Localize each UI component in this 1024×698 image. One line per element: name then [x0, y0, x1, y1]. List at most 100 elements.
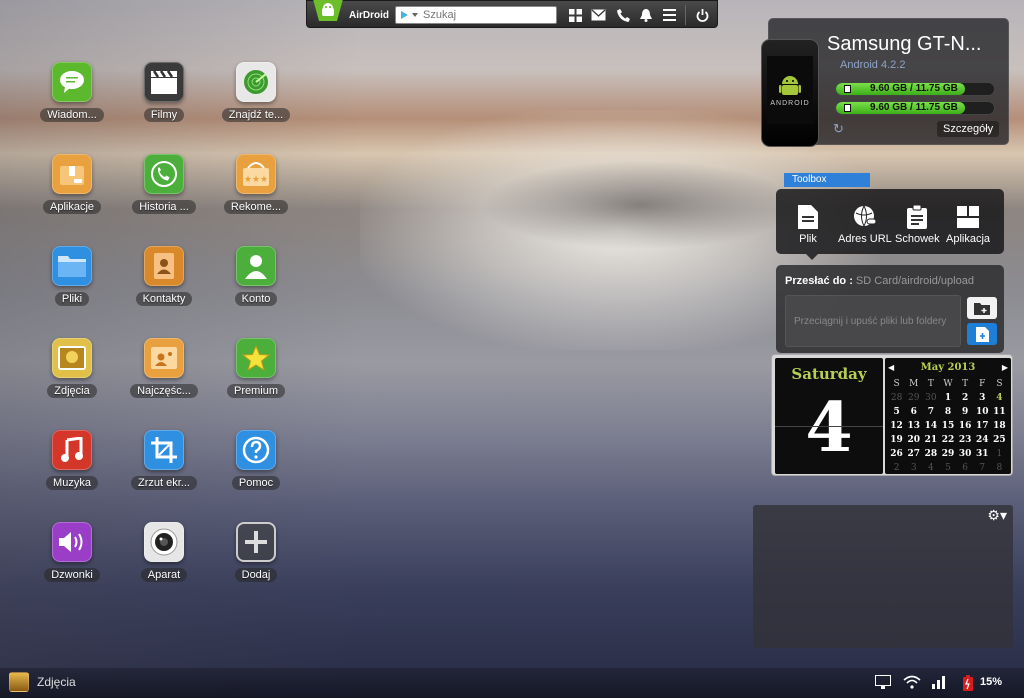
calendar-day[interactable]: 31 [974, 448, 991, 461]
app-tile[interactable]: Pliki [26, 246, 118, 326]
calendar-day[interactable]: 29 [905, 392, 922, 405]
app-tile[interactable]: Filmy [118, 62, 210, 142]
calendar-day[interactable]: 8 [991, 462, 1008, 475]
calendar-day[interactable]: 17 [974, 420, 991, 433]
app-tile[interactable]: Konto [210, 246, 302, 326]
calendar-day[interactable]: 15 [939, 420, 956, 433]
tool-url[interactable]: Adres URL [838, 205, 892, 245]
signal-bars-icon [932, 675, 946, 692]
calendar-day[interactable]: 2 [888, 462, 905, 475]
calendar-day[interactable]: 30 [957, 448, 974, 461]
app-tile[interactable]: Dodaj [210, 522, 302, 602]
calendar-day[interactable]: 14 [922, 420, 939, 433]
calendar-day[interactable]: 25 [991, 434, 1008, 447]
calendar-day[interactable]: 1 [939, 392, 956, 405]
notification-bell-icon[interactable] [638, 7, 654, 23]
calendar-day[interactable]: 3 [974, 392, 991, 405]
calendar-day[interactable]: 12 [888, 420, 905, 433]
mail-icon[interactable] [590, 7, 606, 23]
calendar-day[interactable]: 21 [922, 434, 939, 447]
calendar-day[interactable]: 30 [922, 392, 939, 405]
airdroid-logo[interactable]: AirDroid [309, 0, 389, 27]
screen-mirror-icon[interactable] [875, 675, 891, 692]
calendar-day[interactable]: 28 [922, 448, 939, 461]
app-tile[interactable]: Aplikacje [26, 154, 118, 234]
app-tile[interactable]: Kontakty [118, 246, 210, 326]
app-tile[interactable]: Najczęśc... [118, 338, 210, 418]
app-tile[interactable]: Zrzut ekr... [118, 430, 210, 510]
calendar-day[interactable]: 9 [957, 406, 974, 419]
internal-storage-bar: 9.60 GB / 11.75 GB [835, 82, 995, 96]
app-label: Rekome... [223, 200, 289, 214]
tool-file[interactable]: Plik [796, 205, 820, 245]
app-tile[interactable]: Historia ... [118, 154, 210, 234]
calendar-day[interactable]: 16 [957, 420, 974, 433]
app-tile[interactable]: ★★★ Rekome... [210, 154, 302, 234]
chevron-down-icon[interactable] [412, 13, 418, 17]
calendar-day[interactable]: 23 [957, 434, 974, 447]
app-tile[interactable]: Pomoc [210, 430, 302, 510]
toolbox-tab[interactable]: Toolbox [784, 173, 870, 187]
file-icon [796, 205, 820, 229]
calendar-day-selected[interactable]: 4 [991, 392, 1008, 405]
app-tile[interactable]: Zdjęcia [26, 338, 118, 418]
calendar-day[interactable]: 6 [957, 462, 974, 475]
calendar-day[interactable]: 24 [974, 434, 991, 447]
app-tile[interactable]: Dzwonki [26, 522, 118, 602]
gear-icon[interactable]: ⚙▾ [987, 507, 1007, 524]
app-label: Pomoc [231, 476, 281, 490]
music-note-icon [52, 430, 92, 470]
calendar-day[interactable]: 20 [905, 434, 922, 447]
tool-label: Adres URL [838, 233, 892, 245]
calendar-day[interactable]: 27 [905, 448, 922, 461]
next-month-icon[interactable]: ▶ [1002, 363, 1008, 372]
calendar-day[interactable]: 19 [888, 434, 905, 447]
calendar-day[interactable]: 2 [957, 392, 974, 405]
upload-file-button[interactable] [967, 323, 997, 345]
upload-path[interactable]: SD Card/airdroid/upload [856, 275, 974, 287]
menu-icon[interactable] [661, 7, 677, 23]
taskbar-app-photos[interactable]: Zdjęcia [9, 672, 76, 692]
refresh-icon[interactable]: ↻ [833, 121, 844, 137]
calendar-day[interactable]: 5 [939, 462, 956, 475]
app-tile[interactable]: Znajdź te... [210, 62, 302, 142]
app-tile[interactable]: Wiadom... [26, 62, 118, 142]
calendar-day[interactable]: 3 [905, 462, 922, 475]
camera-lens-icon [144, 522, 184, 562]
calendar-day[interactable]: 11 [991, 406, 1008, 419]
month-view: ◀ May 2013 ▶ S M T W T F S 28 29 30 1 2 3 4 5 6 7 8 9 10 11 1… [885, 358, 1011, 474]
calendar-day[interactable]: 18 [991, 420, 1008, 433]
calendar-day[interactable]: 1 [991, 448, 1008, 461]
search-input[interactable] [423, 9, 543, 21]
clipboard-icon [905, 205, 929, 229]
calendar-day[interactable]: 13 [905, 420, 922, 433]
calendar-day[interactable]: 6 [905, 406, 922, 419]
calendar-day[interactable]: 4 [922, 462, 939, 475]
speaker-volume-icon [52, 522, 92, 562]
upload-folder-button[interactable] [967, 297, 997, 319]
calendar-day[interactable]: 7 [974, 462, 991, 475]
calendar-day[interactable]: 26 [888, 448, 905, 461]
phone-icon[interactable] [615, 7, 631, 23]
calendar-day[interactable]: 29 [939, 448, 956, 461]
calendar-day[interactable]: 5 [888, 406, 905, 419]
tool-clipboard[interactable]: Schowek [895, 205, 940, 245]
apps-grid-icon[interactable] [567, 7, 583, 23]
play-store-icon[interactable] [401, 11, 409, 19]
calendar-day[interactable]: 7 [922, 406, 939, 419]
app-tile[interactable]: Premium [210, 338, 302, 418]
calendar-day[interactable]: 28 [888, 392, 905, 405]
film-clapper-icon [144, 62, 184, 102]
app-tile[interactable]: Aparat [118, 522, 210, 602]
calendar-day[interactable]: 8 [939, 406, 956, 419]
power-icon[interactable] [694, 7, 710, 23]
app-label: Znajdź te... [221, 108, 291, 122]
calendar-day[interactable]: 10 [974, 406, 991, 419]
details-button[interactable]: Szczegóły [937, 121, 1000, 137]
file-drop-zone[interactable]: Przeciągnij i upuść pliki lub foldery [785, 295, 961, 347]
search-box[interactable] [395, 6, 557, 24]
tool-application[interactable]: Aplikacja [946, 205, 990, 245]
app-tile[interactable]: Muzyka [26, 430, 118, 510]
star-icon [236, 338, 276, 378]
calendar-day[interactable]: 22 [939, 434, 956, 447]
